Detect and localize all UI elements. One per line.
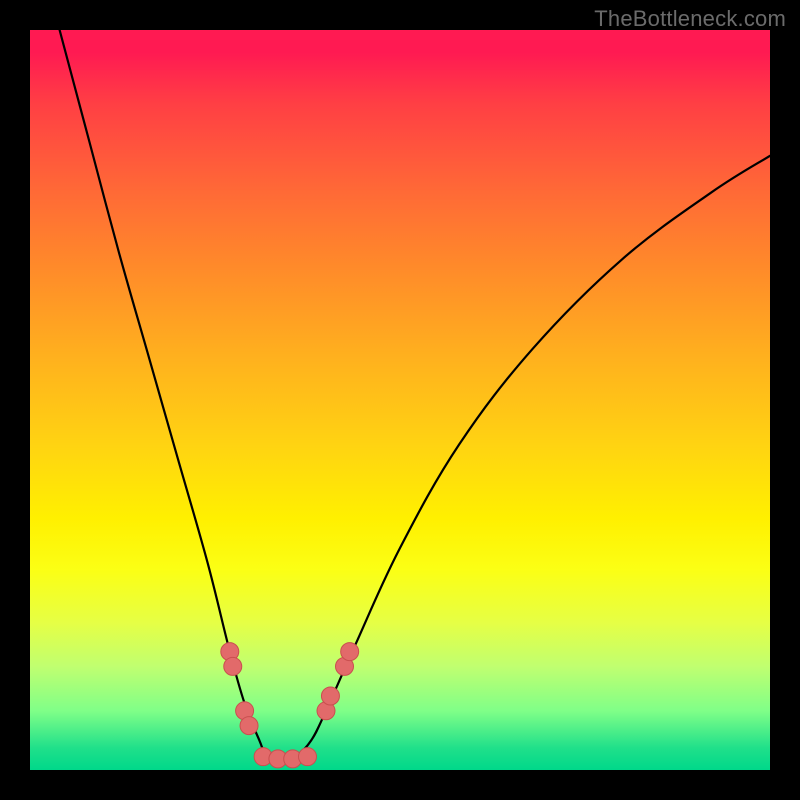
bottleneck-curve xyxy=(60,30,770,756)
marker-right-upper-b xyxy=(341,643,359,661)
markers-group xyxy=(221,643,359,768)
plot-area xyxy=(30,30,770,770)
marker-left-upper-b xyxy=(224,657,242,675)
chart-svg xyxy=(30,30,770,770)
chart-frame: TheBottleneck.com xyxy=(0,0,800,800)
marker-left-lower-b xyxy=(240,717,258,735)
watermark-text: TheBottleneck.com xyxy=(594,6,786,32)
marker-right-lower-b xyxy=(321,687,339,705)
marker-bottom-4 xyxy=(299,748,317,766)
